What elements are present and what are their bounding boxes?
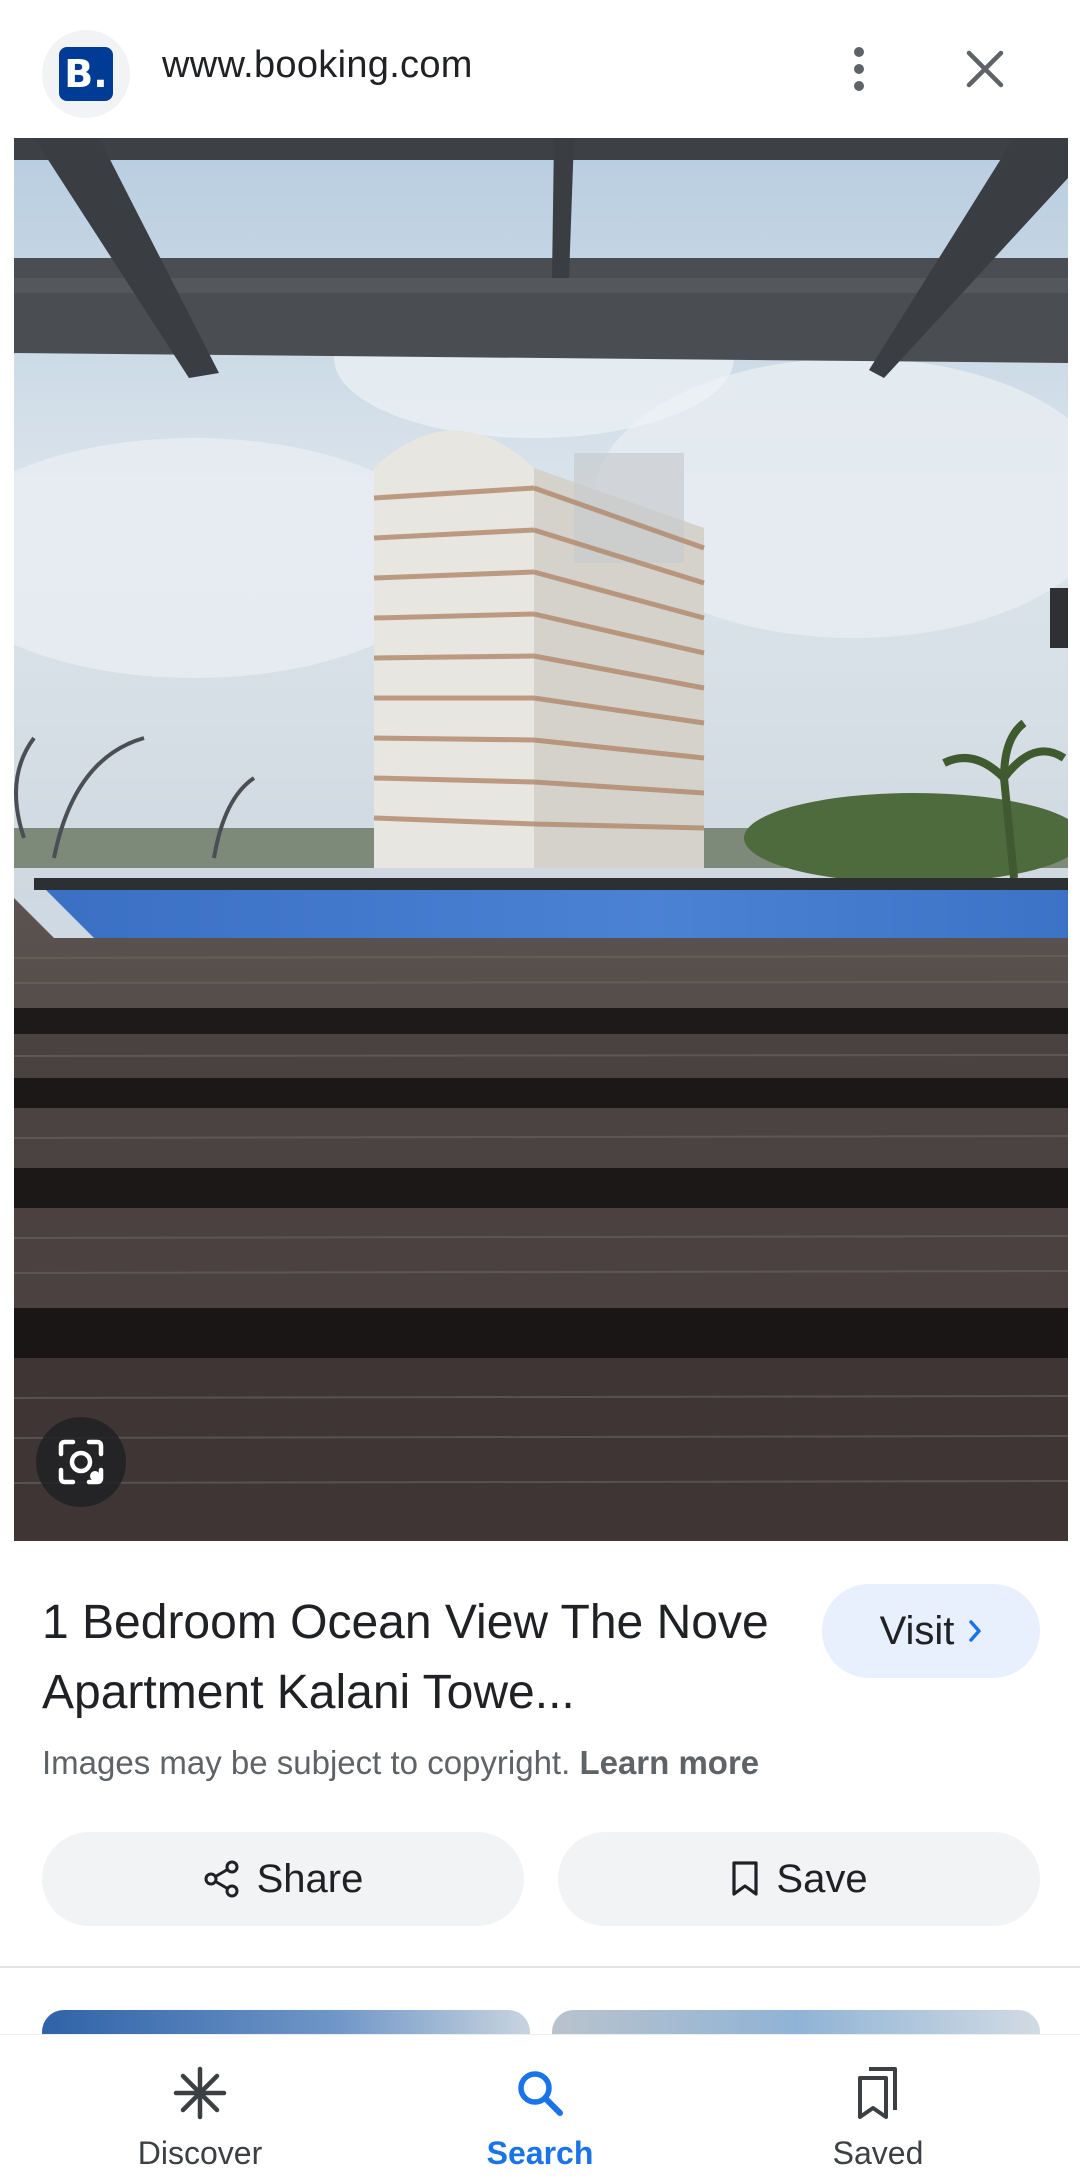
nav-saved[interactable]: Saved: [758, 2035, 998, 2183]
search-icon: [518, 2071, 563, 2116]
section-divider: [0, 1966, 1080, 1968]
bookmarks-icon: [858, 2067, 897, 2119]
bottom-navigation: Discover Search Saved: [0, 2034, 1080, 2183]
learn-more-link[interactable]: Learn more: [579, 1744, 759, 1781]
apartment-pool-photo: [14, 138, 1068, 1541]
nav-search-label: Search: [486, 2135, 594, 2171]
visit-label: Visit: [879, 1608, 955, 1653]
share-icon: [204, 1860, 239, 1898]
booking-logo-icon: B.: [59, 47, 113, 101]
save-label: Save: [776, 1856, 868, 1901]
result-title[interactable]: 1 Bedroom Ocean View The Nove Apartment …: [42, 1588, 802, 1728]
google-lens-button[interactable]: [36, 1417, 126, 1507]
close-icon: [966, 50, 1004, 88]
save-button[interactable]: Save: [558, 1832, 1040, 1926]
chevron-right-icon: [969, 1620, 982, 1642]
top-bar: B. www.booking.com: [0, 0, 1080, 138]
close-button[interactable]: [954, 38, 1016, 100]
more-options-button[interactable]: [834, 38, 884, 100]
nav-discover[interactable]: Discover: [80, 2035, 320, 2183]
nav-saved-label: Saved: [832, 2135, 924, 2171]
share-button[interactable]: Share: [42, 1832, 524, 1926]
nav-discover-label: Discover: [137, 2135, 263, 2171]
visit-button[interactable]: Visit: [822, 1584, 1040, 1678]
site-url[interactable]: www.booking.com: [162, 44, 473, 87]
google-lens-icon: [58, 1439, 104, 1485]
asterisk-icon: [173, 2066, 227, 2120]
share-label: Share: [256, 1856, 364, 1901]
copyright-notice: Images may be subject to copyright. Lear…: [42, 1744, 759, 1782]
bookmark-icon: [732, 1861, 759, 1896]
result-image[interactable]: [14, 138, 1068, 1541]
more-vert-icon: [854, 47, 864, 91]
nav-search[interactable]: Search: [420, 2035, 660, 2183]
site-favicon: B.: [42, 30, 130, 118]
copyright-text: Images may be subject to copyright.: [42, 1744, 571, 1781]
